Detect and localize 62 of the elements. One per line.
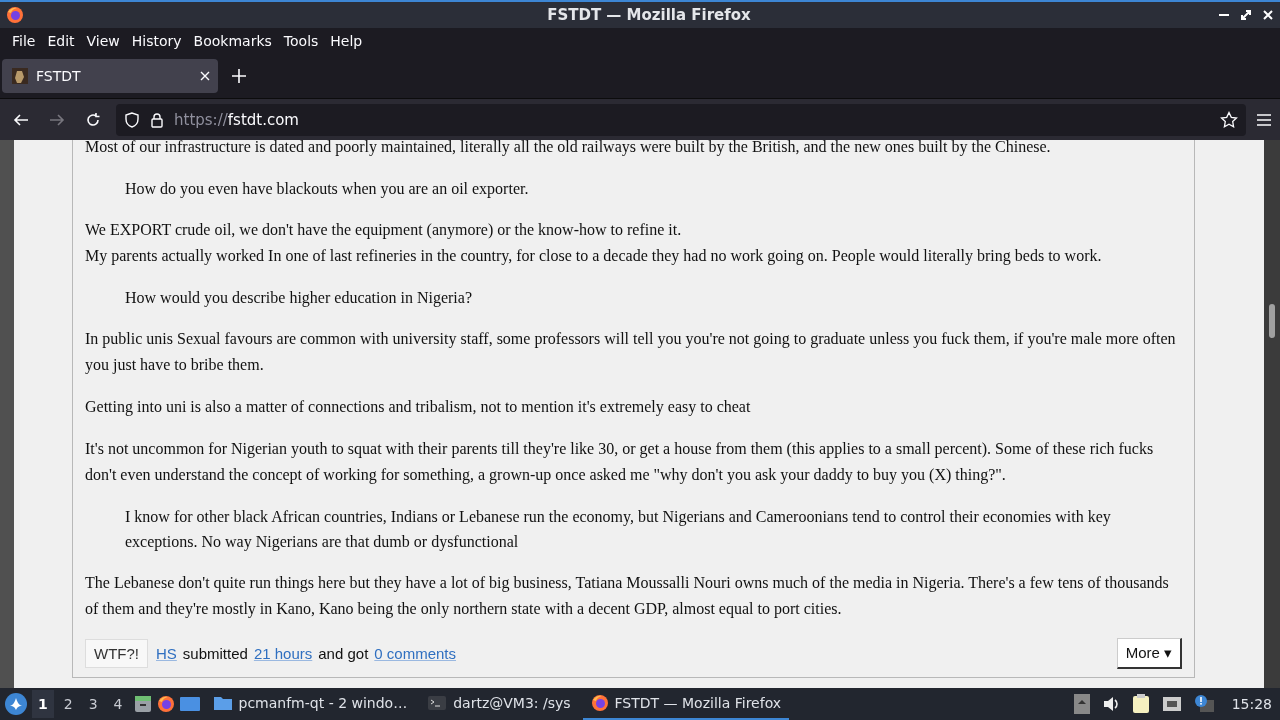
menu-item[interactable]: File: [7, 31, 41, 51]
menu-item[interactable]: Help: [325, 31, 368, 51]
close-icon[interactable]: [200, 71, 210, 81]
star-icon[interactable]: [1220, 110, 1238, 129]
post-text: In public unis Sexual favours are common with university staff, some professors will tell you you're not going to graduate unless you fuck them, if you're male more often you just have to bribe them.: [85, 329, 1177, 376]
workspace-button[interactable]: 4: [107, 690, 129, 718]
firefox-icon: [590, 694, 609, 712]
scroll-thumb[interactable]: [1269, 304, 1275, 338]
site-icon: [12, 68, 28, 84]
forward-icon[interactable]: [49, 111, 65, 128]
post-text: How do you even have blackouts when you are an oil exporter.: [125, 179, 530, 200]
footer-text: submitted: [182, 645, 248, 662]
firefox-icon: [6, 6, 24, 24]
more-button[interactable]: More ▾: [1116, 638, 1182, 669]
menu-item[interactable]: Tools: [278, 31, 324, 51]
post-text: We EXPORT crude oil, we don't have the equipment (anymore) or the know-how to refine it.: [85, 220, 683, 241]
reload-icon[interactable]: [85, 111, 101, 128]
start-menu-icon[interactable]: [4, 692, 28, 716]
plus-icon[interactable]: [232, 69, 246, 83]
post-text: I know for other black African countries, Indians or Lebanese run the economy, but Nigerians and Cameroonians tend to control their economies with key exceptions. No way Nigerians are that dumb or dysfunctional: [125, 507, 1112, 553]
terminal-icon: [427, 695, 448, 711]
post-text: Most of our infrastructure is dated and poorly maintained, literally all the old railways were built by the British, and the new ones built by the Chinese.: [85, 140, 1052, 158]
clipboard-icon[interactable]: [1131, 694, 1150, 714]
workspace-button[interactable]: 3: [82, 690, 104, 718]
post-text: It's not uncommon for Nigerian youth to squat with their parents till they're like 30, or get a house from them (this applies to a small percent). Some of these rich fucks don't even understand the concept of working for something, a grown-up once asked me "why don't you ask your daddy to buy you (X) thing?".: [85, 439, 1155, 486]
back-icon[interactable]: [13, 111, 29, 128]
task-button[interactable]: FSTDT — Mozilla Firefox: [582, 688, 790, 720]
lock-icon[interactable]: [150, 111, 164, 128]
reaction-tag[interactable]: WTF?!: [85, 639, 148, 668]
close-icon[interactable]: [1262, 9, 1274, 21]
browser-tab[interactable]: FSTDT: [2, 59, 218, 93]
menu-item[interactable]: Edit: [42, 31, 80, 51]
post-text: How would you describe higher education in Nigeria?: [125, 288, 473, 309]
folder-icon: [212, 695, 233, 711]
workspace-button[interactable]: 2: [57, 690, 79, 718]
maximize-icon[interactable]: [1240, 9, 1252, 21]
post-text: The Lebanese don't quite run things here but they have a lot of big business, Tatiana Moussalli Nouri owns much of the media in Nigeria. There's a few tens of thousands of them and they're mostly in Kano, Kano being the only northern state with a decent GDP, almost equal to port cities.: [85, 573, 1170, 620]
network-icon[interactable]: [1161, 695, 1182, 713]
author-link[interactable]: HS: [156, 645, 177, 662]
post-text: Getting into uni is also a matter of connections and tribalism, not to mention it's extremely easy to cheat: [85, 397, 752, 418]
desktop-icon[interactable]: [178, 695, 201, 713]
shield-icon[interactable]: [124, 111, 140, 128]
notification-icon[interactable]: [1193, 694, 1216, 714]
url-text: https://fstdt.com: [174, 110, 299, 129]
menu-item[interactable]: History: [126, 31, 187, 51]
time-link[interactable]: 21 hours: [253, 645, 313, 662]
menu-item[interactable]: Bookmarks: [188, 31, 277, 51]
file-cabinet-icon[interactable]: [132, 694, 153, 714]
comments-link[interactable]: 0 comments: [374, 645, 456, 662]
address-bar[interactable]: https://fstdt.com: [116, 103, 1246, 136]
menu-icon[interactable]: [1256, 112, 1272, 127]
workspace-button[interactable]: 1: [32, 690, 54, 718]
window-title: FSTDT — Mozilla Firefox: [546, 6, 752, 24]
firefox-icon: [156, 695, 175, 713]
speaker-icon[interactable]: [1101, 695, 1120, 713]
footer-text: and got: [318, 645, 369, 662]
task-button[interactable]: dartz@VM3: /sys: [419, 688, 579, 720]
post-text: My parents actually worked In one of last refineries in the country, for close to a decade they had no work going on. People would literally bring beds to work.: [85, 246, 1103, 267]
clock: 15:28: [1230, 696, 1273, 712]
eject-icon[interactable]: [1073, 694, 1090, 714]
task-button[interactable]: pcmanfm-qt - 2 windo…: [204, 688, 416, 720]
menu-item[interactable]: View: [81, 31, 125, 51]
